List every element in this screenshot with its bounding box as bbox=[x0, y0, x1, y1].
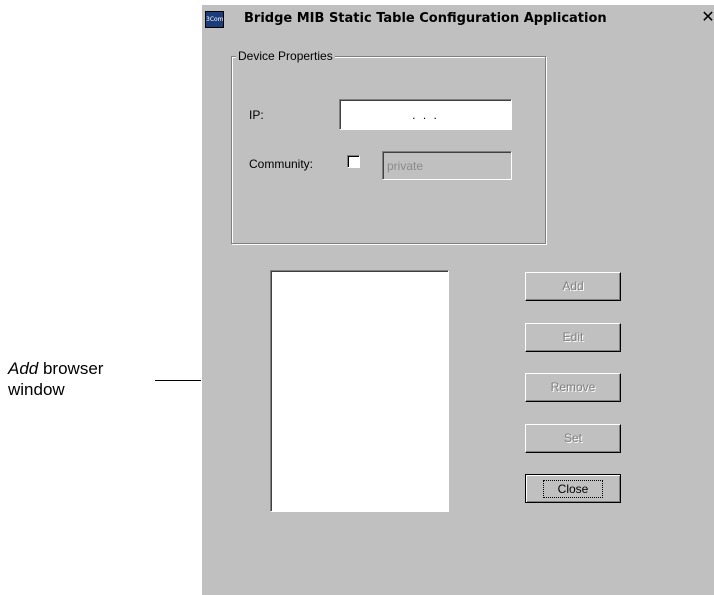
community-input[interactable] bbox=[382, 151, 512, 180]
app-window: 3Com Bridge MIB Static Table Configurati… bbox=[201, 4, 714, 595]
app-icon[interactable]: 3Com bbox=[205, 11, 224, 28]
ip-label: IP: bbox=[249, 108, 264, 122]
title-bar[interactable]: 3Com Bridge MIB Static Table Configurati… bbox=[202, 5, 714, 31]
annotation-italic-text: Add bbox=[8, 359, 39, 378]
set-button[interactable]: Set bbox=[525, 424, 621, 453]
annotation-text: browser bbox=[38, 359, 104, 378]
add-browser-listbox[interactable] bbox=[270, 270, 449, 512]
remove-button[interactable]: Remove bbox=[525, 373, 621, 402]
community-label: Community: bbox=[249, 157, 314, 171]
device-properties-label: Device Properties bbox=[236, 49, 335, 63]
close-button[interactable]: Close bbox=[525, 474, 621, 503]
edit-button[interactable]: Edit bbox=[525, 323, 621, 352]
ip-input[interactable] bbox=[339, 99, 512, 130]
annotation-label: Add browser window bbox=[8, 358, 103, 400]
close-button-label: Close bbox=[542, 480, 604, 498]
add-button[interactable]: Add bbox=[525, 272, 621, 301]
community-checkbox[interactable] bbox=[347, 155, 360, 168]
device-properties-group bbox=[231, 56, 546, 244]
close-icon[interactable]: ✕ bbox=[699, 8, 714, 26]
window-title: Bridge MIB Static Table Configuration Ap… bbox=[244, 11, 607, 26]
annotation-line2: window bbox=[8, 380, 65, 399]
